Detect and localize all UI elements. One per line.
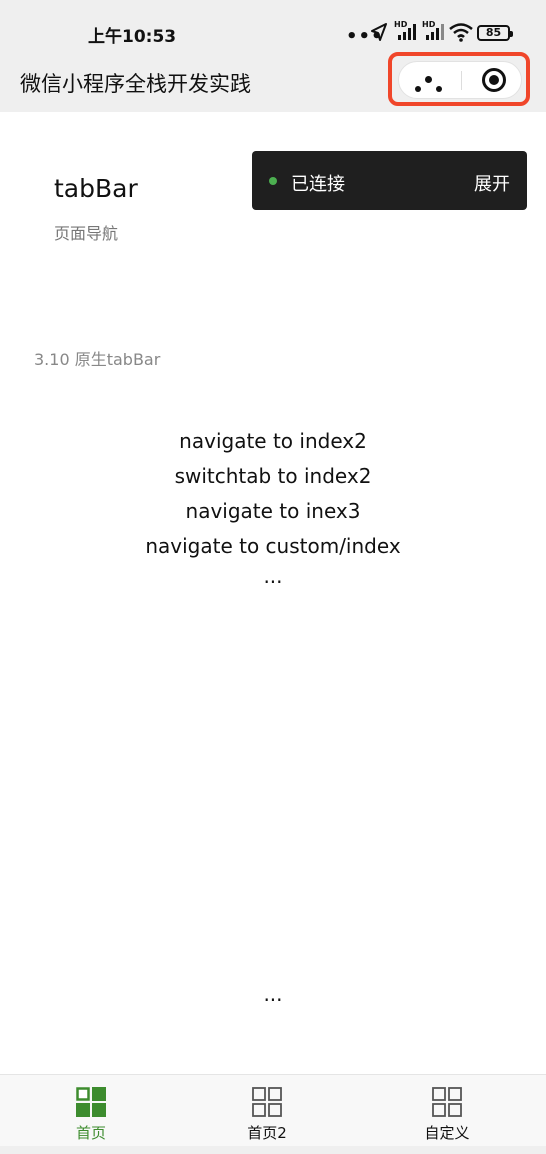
section-label: 3.10 原生tabBar: [34, 350, 161, 369]
tab-label: 首页: [75, 1124, 106, 1142]
close-miniprogram-button[interactable]: [462, 62, 522, 98]
tab-custom[interactable]: 自定义: [356, 1075, 538, 1149]
ellipsis-text-bottom: ...: [263, 982, 283, 1006]
battery-level: 85: [485, 26, 502, 39]
battery-icon: 85: [477, 25, 513, 41]
link-navigate-index2[interactable]: navigate to index2: [0, 424, 546, 459]
connected-status-dot: [269, 177, 277, 185]
link-switchtab-index2[interactable]: switchtab to index2: [0, 459, 546, 494]
status-time: 上午10:53: [88, 27, 177, 47]
link-navigate-inex3[interactable]: navigate to inex3: [0, 494, 546, 529]
more-icon: [415, 76, 446, 96]
signal-hd-icon: HD: [394, 20, 416, 40]
grid-icon: [76, 1087, 106, 1117]
tab-bar: 首页 首页2 自定义: [0, 1074, 546, 1154]
connection-status: 已连接: [291, 174, 345, 195]
link-navigate-custom-index[interactable]: navigate to custom/index: [0, 529, 546, 564]
tab-label: 首页2: [247, 1124, 287, 1142]
more-button[interactable]: [399, 62, 461, 98]
tab-home[interactable]: 首页: [0, 1075, 182, 1149]
tab-label: 自定义: [424, 1124, 470, 1142]
grid-icon: [432, 1087, 462, 1117]
page-title: 微信小程序全栈开发实践: [20, 72, 251, 96]
connection-toast: 已连接 展开: [252, 151, 527, 210]
menu-capsule: [398, 61, 522, 99]
grid-icon: [252, 1087, 282, 1117]
ellipsis-text: ...: [263, 564, 283, 588]
page-content: tabBar 页面导航 3.10 原生tabBar navigate to in…: [0, 112, 546, 1074]
screen: 上午10:53 ••• HD HD 85 微信小程序全栈开发实践 tabBar …: [0, 0, 546, 1154]
status-bar: 上午10:53 ••• HD HD 85: [0, 0, 546, 60]
svg-text:HD: HD: [422, 20, 436, 29]
location-arrow-icon: [371, 23, 387, 41]
signal-hd-icon: HD: [422, 20, 444, 40]
expand-button[interactable]: 展开: [474, 170, 510, 196]
close-target-icon: [482, 68, 506, 92]
tab-home2[interactable]: 首页2: [176, 1075, 358, 1149]
svg-text:HD: HD: [394, 20, 408, 29]
page-heading: tabBar: [54, 174, 138, 203]
wifi-icon: [449, 23, 473, 42]
nav-link-list: navigate to index2 switchtab to index2 n…: [0, 424, 546, 588]
page-subheading: 页面导航: [54, 224, 119, 243]
bottom-system-strip: [0, 1146, 546, 1154]
